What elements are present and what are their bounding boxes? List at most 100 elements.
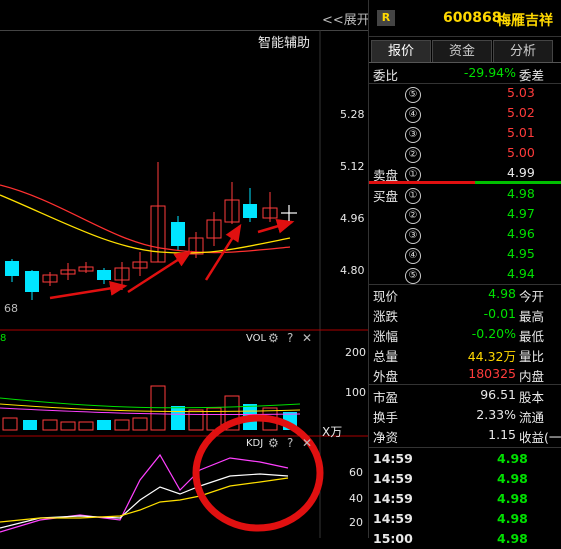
- tick-price: 4.98: [497, 491, 528, 506]
- volume-bar: [78, 421, 94, 431]
- stat-value: -0.20%: [471, 326, 516, 341]
- tick-time: 15:00: [373, 531, 413, 546]
- sell-pressure-bar: [369, 181, 475, 184]
- stat-value: 44.32万: [467, 349, 516, 364]
- vol-indicator-label: VOL: [246, 333, 267, 344]
- stat-row: 总量 44.32万 量比: [369, 344, 561, 364]
- candlestick-chart[interactable]: [0, 0, 368, 538]
- help-icon[interactable]: ?: [287, 436, 293, 450]
- stat-label-2: 最低: [519, 329, 545, 344]
- sell-level-row: ② 5.00: [369, 143, 561, 163]
- stat-value: 180325: [468, 366, 516, 381]
- stock-name: 梅雁吉祥: [497, 13, 553, 29]
- tab-quote[interactable]: 报价: [371, 40, 431, 63]
- sell-price: 5.01: [507, 125, 535, 140]
- buy-level-row: ⑤ 4.94: [369, 264, 561, 284]
- volume-bar: [188, 409, 204, 431]
- vol-left-label: 8: [0, 333, 7, 344]
- kdj-j-line: [0, 453, 289, 533]
- annotation-arrow: [49, 280, 128, 300]
- sell-level-row: ⑤ 5.03: [369, 83, 561, 103]
- stat-label: 现价: [373, 289, 399, 304]
- volume-bar: [97, 420, 111, 430]
- gear-icon[interactable]: ⚙: [268, 331, 279, 345]
- stat-label: 涨跌: [373, 309, 399, 324]
- volume-bar: [114, 419, 130, 431]
- fundamental-label: 换手: [373, 410, 399, 425]
- kdj-tick: 40: [349, 492, 363, 505]
- help-icon[interactable]: ?: [287, 331, 293, 345]
- price-tick: 5.12: [340, 160, 365, 173]
- candle-body: [25, 271, 39, 292]
- sell-level-row: ④ 5.02: [369, 103, 561, 123]
- stat-label-2: 今开: [519, 289, 545, 304]
- stat-value: -0.01: [483, 306, 516, 321]
- buy-level-row: ③ 4.96: [369, 224, 561, 244]
- tick-time: 14:59: [373, 511, 413, 526]
- tick-time: 14:59: [373, 451, 413, 466]
- buy-pressure-bar: [475, 181, 561, 184]
- close-icon[interactable]: ✕: [302, 331, 312, 345]
- buy-level-row: ② 4.97: [369, 204, 561, 224]
- fundamental-label-2: 收益(一: [519, 430, 561, 445]
- stat-label: 涨幅: [373, 329, 399, 344]
- stat-row: 外盘 180325 内盘: [369, 364, 561, 384]
- tick-row: 15:00 4.98: [369, 529, 561, 549]
- candle-body: [97, 270, 111, 280]
- fundamental-label: 净资: [373, 430, 399, 445]
- stat-row: 涨跌 -0.01 最高: [369, 304, 561, 324]
- fundamental-label-2: 流通: [519, 410, 545, 425]
- kdj-tick: 60: [349, 466, 363, 479]
- annotation-arrow: [257, 219, 295, 234]
- close-icon[interactable]: ✕: [302, 436, 312, 450]
- volume-bar: [42, 419, 58, 431]
- tick-time: 14:59: [373, 491, 413, 506]
- stat-label-2: 内盘: [519, 369, 545, 384]
- tick-time: 14:59: [373, 471, 413, 486]
- stat-row: 现价 4.98 今开: [369, 284, 561, 304]
- fundamental-row: 市盈 96.51 股本: [369, 385, 561, 405]
- fundamental-label: 市盈: [373, 390, 399, 405]
- volume-bar: [171, 406, 185, 430]
- annotation-arrow: [127, 250, 193, 294]
- weibi-row: 委比 -29.94% 委差: [369, 63, 561, 83]
- fundamental-row: 净资 1.15 收益(一: [369, 425, 561, 445]
- candle-body: [5, 261, 19, 276]
- stat-row: 涨幅 -0.20% 最低: [369, 324, 561, 344]
- tick-price: 4.98: [497, 531, 528, 546]
- buy-level-row: ④ 4.95: [369, 244, 561, 264]
- fundamental-value: 96.51: [480, 387, 516, 402]
- buy-level-row: 买盘 ① 4.98: [373, 186, 535, 204]
- chart-area[interactable]: <<展开 智能辅助 5.28 5.12 4.96 4.80 68 8 VOL ⚙…: [0, 0, 370, 538]
- tab-funds[interactable]: 资金: [432, 40, 492, 63]
- fundamental-label-2: 股本: [519, 390, 545, 405]
- fundamental-value: 2.33%: [476, 407, 516, 422]
- rating-badge: R: [377, 10, 395, 26]
- volume-bar: [23, 420, 37, 430]
- sell-level-row: ③ 5.01: [369, 123, 561, 143]
- sell-price: 4.99: [507, 165, 535, 180]
- tab-analysis[interactable]: 分析: [493, 40, 553, 63]
- tick-price: 4.98: [497, 451, 528, 466]
- weibi-label: 委比: [373, 68, 399, 83]
- highlight-circle: [192, 414, 324, 532]
- vol-ma-green: [0, 397, 301, 409]
- vol-tick: 200: [345, 346, 366, 359]
- sell-level-row: 卖盘 ① 4.99: [373, 165, 535, 183]
- tick-price: 4.98: [497, 471, 528, 486]
- quote-header: R 600868 梅雁吉祥: [369, 0, 561, 37]
- weibi-value: -29.94%: [463, 65, 516, 80]
- candle-body: [171, 222, 185, 246]
- buy-price: 4.96: [507, 226, 535, 241]
- buy-price: 4.95: [507, 246, 535, 261]
- stat-label-2: 量比: [519, 349, 545, 364]
- buy-price: 4.97: [507, 206, 535, 221]
- vol-tick: 100: [345, 386, 366, 399]
- quote-panel: R 600868 梅雁吉祥 报价 资金 分析 委比 -29.94% 委差 ⑤ 5.…: [368, 0, 561, 546]
- gear-icon[interactable]: ⚙: [268, 436, 279, 450]
- tick-row: 14:59 4.98: [369, 509, 561, 529]
- kdj-tick: 20: [349, 516, 363, 529]
- fundamental-value: 1.15: [488, 427, 516, 442]
- ma-line-red: [0, 184, 291, 254]
- stat-label: 总量: [373, 349, 399, 364]
